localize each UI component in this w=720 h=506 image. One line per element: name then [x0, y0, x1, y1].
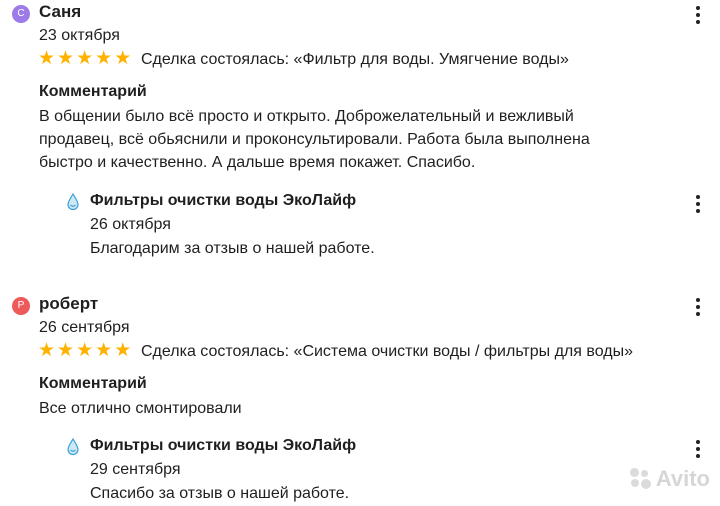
star-icon: ★	[95, 340, 113, 361]
reply-date: 26 октября	[90, 216, 171, 233]
rating-stars: ★ ★ ★ ★ ★	[38, 49, 131, 69]
more-options-icon[interactable]	[696, 298, 700, 316]
star-icon: ★	[114, 340, 132, 361]
star-icon: ★	[114, 48, 132, 69]
comment-text: Все отлично смонтировали	[39, 397, 679, 420]
more-options-icon[interactable]	[696, 195, 700, 213]
star-icon: ★	[38, 48, 56, 69]
avatar[interactable]: Р	[12, 297, 30, 315]
reply-text: Спасибо за отзыв о нашей работе.	[90, 485, 350, 502]
reply-text: Благодарим за отзыв о нашей работе.	[90, 240, 375, 257]
review-date: 23 октября	[39, 27, 120, 44]
review-author[interactable]: Саня	[39, 2, 81, 22]
avito-watermark: Avito	[629, 466, 710, 492]
comment-line: быстро и качественно. А дальше время пок…	[39, 154, 476, 171]
avito-logo-icon	[629, 468, 652, 490]
comment-title: Комментарий	[39, 83, 147, 100]
deal-info[interactable]: Сделка состоялась: «Фильтр для воды. Умя…	[141, 51, 569, 69]
star-icon: ★	[76, 340, 94, 361]
comment-line: продавец, всё обьяснили и проконсультиро…	[39, 131, 590, 148]
comment-line: Все отлично смонтировали	[39, 400, 242, 417]
more-options-icon[interactable]	[696, 6, 700, 24]
watermark-text: Avito	[655, 466, 710, 491]
star-icon: ★	[38, 340, 56, 361]
more-options-icon[interactable]	[696, 440, 700, 458]
star-icon: ★	[76, 48, 94, 69]
reply-author[interactable]: Фильтры очистки воды ЭкоЛайф	[90, 192, 356, 210]
star-icon: ★	[95, 48, 113, 69]
review-date: 26 сентября	[39, 319, 130, 336]
water-drop-icon	[67, 438, 79, 456]
comment-title: Комментарий	[39, 375, 147, 392]
review-author[interactable]: роберт	[39, 294, 98, 314]
water-drop-icon	[67, 193, 79, 211]
deal-info[interactable]: Сделка состоялась: «Система очистки воды…	[141, 343, 633, 361]
reply-author[interactable]: Фильтры очистки воды ЭкоЛайф	[90, 437, 356, 455]
avatar[interactable]: С	[12, 5, 30, 23]
comment-line: В общении было всё просто и открыто. Доб…	[39, 108, 574, 125]
rating-stars: ★ ★ ★ ★ ★	[38, 341, 131, 361]
reply-date: 29 сентября	[90, 461, 181, 478]
star-icon: ★	[57, 340, 75, 361]
star-icon: ★	[57, 48, 75, 69]
comment-text: В общении было всё просто и открыто. Доб…	[39, 105, 679, 174]
